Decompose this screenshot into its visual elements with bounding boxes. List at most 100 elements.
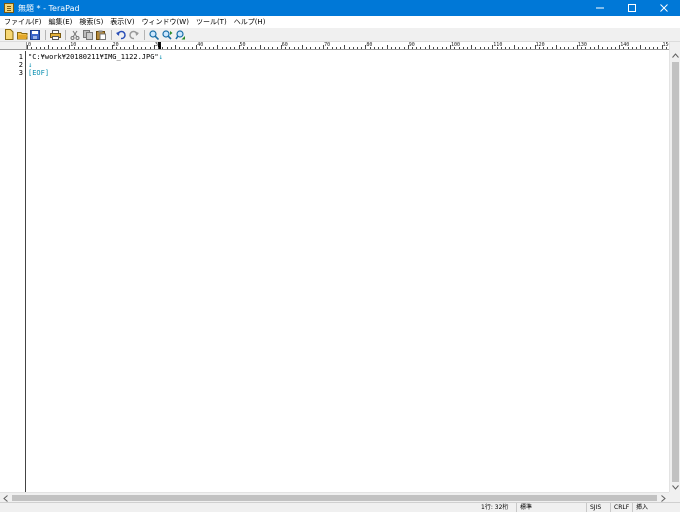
ruler-tick [386, 45, 388, 49]
close-icon [660, 4, 668, 12]
ruler-tick [318, 47, 320, 49]
ruler-tick [399, 47, 401, 49]
menu-view[interactable]: 表示(V) [108, 17, 139, 27]
status-line-ending[interactable]: CRLF [610, 503, 632, 512]
find-prev-button[interactable] [174, 29, 186, 41]
redo-button[interactable] [128, 29, 140, 41]
ruler-label: 80 [366, 42, 373, 48]
ruler-tick [208, 47, 210, 49]
vertical-scroll-thumb[interactable] [672, 62, 679, 482]
ruler-tick [568, 47, 570, 49]
ruler-tick [65, 47, 67, 49]
status-encoding[interactable]: SJIS [586, 503, 610, 512]
ruler-tick [276, 47, 278, 49]
ruler-tick [526, 47, 528, 49]
copy-icon [83, 29, 93, 40]
ruler-tick [657, 47, 659, 49]
menu-bar: ファイル(F) 編集(E) 検索(S) 表示(V) ウィンドウ(W) ツール(T… [0, 16, 680, 28]
eof-mark: [EOF] [28, 69, 50, 77]
ruler-tick [141, 47, 143, 49]
ruler-tick [483, 47, 485, 49]
scroll-down-button[interactable] [670, 482, 680, 492]
line-number: 1 [18, 53, 23, 61]
menu-file[interactable]: ファイル(F) [2, 17, 47, 27]
status-insert-mode[interactable]: 挿入 [632, 503, 668, 512]
menu-tools[interactable]: ツール(T) [194, 17, 232, 27]
ruler-tick [145, 47, 147, 49]
horizontal-scrollbar[interactable] [0, 492, 669, 502]
ruler-tick [314, 47, 316, 49]
ruler-label: 0 [28, 42, 32, 48]
close-button[interactable] [648, 0, 680, 16]
ruler-tick [204, 47, 206, 49]
ruler-tick [382, 47, 384, 49]
ruler-tick [35, 47, 37, 49]
ruler-tick [90, 45, 92, 49]
ruler-tick [297, 47, 299, 49]
ruler-label: 70 [324, 42, 331, 48]
minimize-icon [596, 7, 604, 9]
ruler-label: 120 [535, 42, 545, 48]
paste-button[interactable] [95, 29, 107, 41]
ruler-tick [513, 45, 515, 49]
ruler-tick [120, 47, 122, 49]
print-button[interactable] [49, 29, 61, 41]
minimize-button[interactable] [584, 0, 616, 16]
ruler-tick [598, 45, 600, 49]
ruler-tick [424, 47, 426, 49]
copy-button[interactable] [82, 29, 94, 41]
ruler-tick [331, 47, 333, 49]
cut-icon [70, 30, 80, 40]
menu-window[interactable]: ウィンドウ(W) [140, 17, 194, 27]
menu-help[interactable]: ヘルプ(H) [232, 17, 271, 27]
chevron-right-icon [661, 494, 666, 502]
toolbar-separator [65, 29, 66, 40]
ruler-tick [445, 47, 447, 49]
vertical-scrollbar[interactable] [669, 42, 680, 492]
ruler-tick [128, 47, 130, 49]
ruler-tick [179, 47, 181, 49]
ruler-tick [310, 47, 312, 49]
ruler-tick [268, 47, 270, 49]
ruler-label: 20 [112, 42, 119, 48]
scroll-up-button[interactable] [670, 50, 680, 60]
editor-line: ↓ [28, 61, 32, 69]
ruler-tick [302, 45, 303, 49]
find-button[interactable] [148, 29, 160, 41]
toolbar-separator [111, 29, 112, 40]
maximize-button[interactable] [616, 0, 648, 16]
find-next-button[interactable] [161, 29, 173, 41]
redo-icon [129, 30, 139, 39]
new-file-button[interactable] [3, 29, 15, 41]
horizontal-scroll-thumb[interactable] [12, 495, 657, 501]
text-editor-area[interactable]: "C:¥work¥20180211¥IMG_1122.JPG"↓ ↓ [EOF] [27, 51, 669, 492]
terapad-app-icon[interactable] [4, 3, 14, 13]
cut-button[interactable] [69, 29, 81, 41]
ruler-tick [103, 47, 105, 49]
newline-mark: ↓ [28, 61, 33, 69]
ruler-tick [356, 47, 358, 49]
ruler-tick [56, 47, 58, 49]
undo-button[interactable] [115, 29, 127, 41]
save-button[interactable] [29, 29, 41, 41]
ruler-tick [31, 47, 33, 49]
ruler-label: 140 [620, 42, 630, 48]
ruler-tick [441, 47, 443, 49]
ruler-tick [225, 47, 227, 49]
column-ruler: 0102030405060708090100110120130140150 [27, 42, 669, 50]
open-button[interactable] [16, 29, 28, 41]
ruler-tick [416, 47, 418, 49]
ruler-tick [517, 47, 519, 49]
ruler-tick [602, 47, 604, 49]
ruler-tick [530, 47, 532, 49]
ruler-tick [175, 45, 177, 49]
menu-edit[interactable]: 編集(E) [47, 17, 78, 27]
ruler-tick [648, 47, 650, 49]
menu-search[interactable]: 検索(S) [77, 17, 108, 27]
open-folder-icon [16, 31, 27, 39]
ruler-label: 110 [493, 42, 503, 48]
ruler-tick [551, 47, 553, 49]
toolbar [0, 28, 680, 42]
status-bar: 1行: 32桁 標準 SJIS CRLF 挿入 [0, 502, 680, 512]
title-bar[interactable]: 無題 * - TeraPad [0, 0, 680, 16]
